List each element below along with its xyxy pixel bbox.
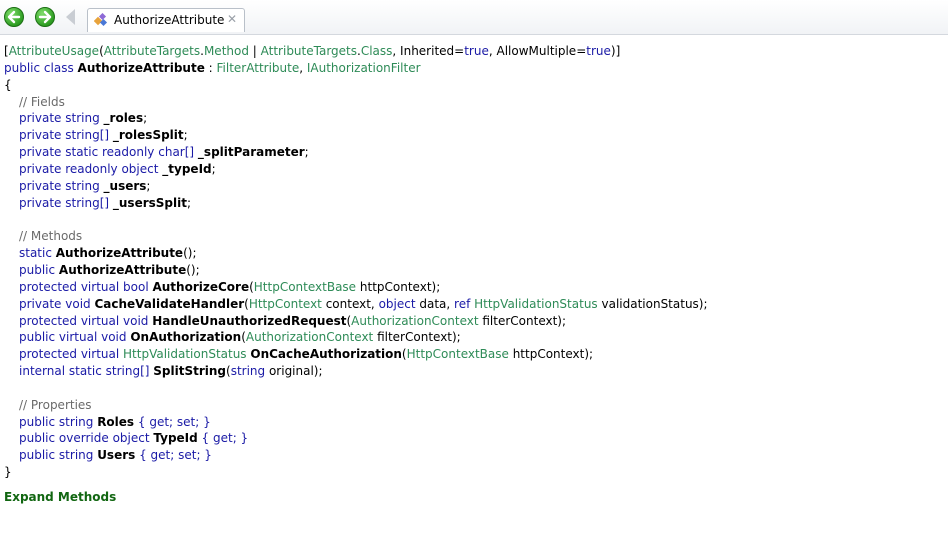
method-line: public virtual void OnAuthorization(Auth… <box>19 330 461 345</box>
method-line: internal static string[] SplitString(str… <box>19 364 323 379</box>
field-name: _rolesSplit <box>112 128 184 143</box>
property-name[interactable]: Users <box>97 448 135 462</box>
method-name[interactable]: AuthorizeCore <box>152 280 249 294</box>
brace-open: { <box>4 77 12 92</box>
field-name: _roles <box>103 111 144 126</box>
forward-arrow-icon <box>38 10 52 24</box>
class-declaration: public class AuthorizeAttribute : Filter… <box>4 60 421 75</box>
type-link[interactable]: AttributeUsage <box>9 44 99 58</box>
property-line: public override object TypeId { get; } <box>19 431 249 446</box>
close-icon[interactable]: ✕ <box>227 12 237 26</box>
tab-authorize-attribute[interactable]: AuthorizeAttribute ✕ <box>87 8 245 32</box>
forward-button[interactable] <box>35 7 55 27</box>
method-name[interactable]: AuthorizeAttribute <box>56 246 183 260</box>
field-line: private string _roles; <box>19 111 148 126</box>
field-line: private string[] _rolesSplit; <box>19 128 188 143</box>
history-dropdown-icon[interactable] <box>66 9 75 25</box>
fields-list: private string _roles; private string[] … <box>4 110 708 211</box>
tab-label: AuthorizeAttribute <box>114 13 225 27</box>
property-name[interactable]: TypeId <box>153 431 197 445</box>
attribute-line: [AttributeUsage(AttributeTargets.Method … <box>4 44 621 58</box>
type-link[interactable]: HttpContext <box>249 297 322 311</box>
property-line: public string Users { get; set; } <box>19 448 212 463</box>
type-link[interactable]: HttpContextBase <box>254 280 356 294</box>
type-link[interactable]: AttributeTargets <box>261 44 357 58</box>
properties-comment: // Properties <box>19 397 92 412</box>
field-line: private string[] _usersSplit; <box>19 195 192 210</box>
method-name[interactable]: AuthorizeAttribute <box>59 263 186 277</box>
field-line: private readonly object _typeId; <box>19 161 216 176</box>
class-icon <box>94 13 108 27</box>
expand-methods-label[interactable]: Expand Methods <box>4 490 116 504</box>
member-link[interactable]: Class <box>361 44 393 58</box>
type-link[interactable]: FilterAttribute <box>217 61 300 75</box>
back-button[interactable] <box>4 7 24 27</box>
method-line: public AuthorizeAttribute(); <box>19 262 200 277</box>
type-link[interactable]: AttributeTargets <box>104 44 200 58</box>
back-arrow-icon <box>7 10 21 24</box>
type-link[interactable]: HttpContextBase <box>407 347 509 361</box>
method-line: protected virtual HttpValidationStatus O… <box>19 347 594 362</box>
methods-comment: // Methods <box>19 229 83 244</box>
brace-close: } <box>4 465 12 480</box>
method-line: static AuthorizeAttribute(); <box>19 246 197 261</box>
property-line: public string Roles { get; set; } <box>19 414 211 429</box>
type-link[interactable]: AuthorizationContext <box>351 314 478 328</box>
field-line: private static readonly char[] _splitPar… <box>19 145 309 160</box>
method-name[interactable]: OnAuthorization <box>130 330 241 344</box>
method-line: protected virtual bool AuthorizeCore(Htt… <box>19 279 441 294</box>
field-name: _users <box>103 178 147 193</box>
method-name[interactable]: SplitString <box>153 364 226 378</box>
code-view: [AttributeUsage(AttributeTargets.Method … <box>4 43 708 506</box>
field-name: _usersSplit <box>112 195 187 210</box>
method-name[interactable]: CacheValidateHandler <box>94 297 244 311</box>
method-line: private void CacheValidateHandler(HttpCo… <box>19 296 708 311</box>
class-name: AuthorizeAttribute <box>77 60 205 75</box>
type-link[interactable]: AuthorizationContext <box>246 330 373 344</box>
method-name[interactable]: OnCacheAuthorization <box>250 347 402 361</box>
property-name[interactable]: Roles <box>97 415 134 429</box>
field-name: _splitParameter <box>197 145 305 160</box>
method-name[interactable]: HandleUnauthorizedRequest <box>152 314 346 328</box>
type-link[interactable]: IAuthorizationFilter <box>307 61 421 75</box>
type-link[interactable]: HttpValidationStatus <box>474 297 598 311</box>
field-line: private string _users; <box>19 178 151 193</box>
type-link[interactable]: HttpValidationStatus <box>123 347 250 361</box>
member-link[interactable]: Method <box>204 44 249 58</box>
expand-methods-link[interactable]: Expand Methods <box>4 489 708 506</box>
toolbar: AuthorizeAttribute ✕ <box>0 0 948 35</box>
field-name: _typeId <box>162 161 212 176</box>
method-line: protected virtual void HandleUnauthorize… <box>19 313 567 328</box>
fields-comment: // Fields <box>19 94 65 109</box>
